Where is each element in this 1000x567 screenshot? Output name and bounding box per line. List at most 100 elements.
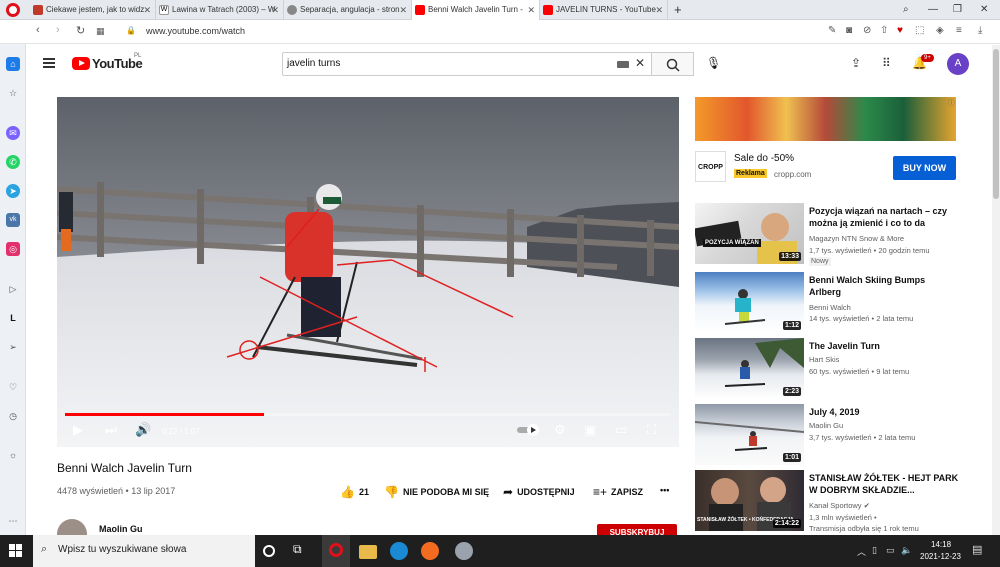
ad-banner-image[interactable] — [695, 97, 956, 141]
browser-tab[interactable]: Separacja, angulacja - stron ✕ — [284, 0, 412, 20]
instagram-icon[interactable]: ◎ — [6, 242, 20, 256]
subscribe-button[interactable]: SUBSKRYBUJ — [597, 524, 677, 535]
edit-icon[interactable]: ✎ — [828, 25, 836, 36]
bookmark-icon[interactable]: ☆ — [6, 86, 20, 100]
messenger-icon[interactable]: ✉ — [6, 126, 20, 140]
url-field[interactable]: www.youtube.com/watch — [146, 26, 245, 36]
play-icon[interactable]: ▶ — [73, 422, 83, 438]
video-player[interactable]: ▶ ⏭ 🔊 0:22 / 1:07 ⚙ ▣ ▭ ⛶ — [57, 97, 679, 447]
search-button[interactable] — [652, 52, 694, 76]
network-icon[interactable]: ▭ — [886, 545, 895, 556]
close-window-button[interactable]: ✕ — [980, 0, 988, 20]
next-icon[interactable]: ⏭ — [105, 422, 117, 438]
cortana-icon[interactable] — [263, 545, 275, 557]
snapshot-icon[interactable]: ⬚ — [915, 25, 924, 36]
taskbar-opera-app[interactable] — [322, 535, 350, 567]
minimize-button[interactable]: — — [928, 0, 938, 20]
camera-icon[interactable]: ◙ — [846, 25, 852, 36]
telegram-icon[interactable]: ➤ — [6, 184, 20, 198]
player-icon[interactable]: ▷ — [6, 282, 20, 296]
browser-tab[interactable]: Ciekawe jestem, jak to widz ✕ — [30, 0, 156, 20]
related-thumbnail[interactable]: 1:12 — [695, 272, 804, 333]
youtube-logo-icon[interactable] — [72, 57, 90, 70]
related-channel[interactable]: Benni Walch — [809, 303, 851, 312]
miniplayer-icon[interactable]: ▣ — [584, 422, 596, 438]
speed-dial-icon[interactable]: ▦ — [96, 26, 105, 37]
notification-center-icon[interactable]: ▤ — [972, 543, 982, 556]
scrollbar-thumb[interactable] — [993, 49, 999, 199]
dislike-button[interactable]: 👎 NIE PODOBA MI SIĘ — [384, 485, 489, 499]
new-tab-button[interactable]: + — [674, 0, 682, 20]
tab-search-icon[interactable]: ⌕ — [903, 0, 909, 20]
related-title[interactable]: July 4, 2019 — [809, 406, 959, 418]
taskbar-search-box[interactable]: ⌕ Wpisz tu wyszukiwane słowa — [33, 535, 255, 567]
related-channel[interactable]: Maolin Gu — [809, 421, 843, 430]
lens-icon[interactable]: L — [6, 311, 20, 325]
channel-avatar[interactable] — [57, 519, 87, 535]
whatsapp-icon[interactable]: ✆ — [6, 155, 20, 169]
history-icon[interactable]: ◷ — [6, 409, 20, 423]
keyboard-icon[interactable] — [617, 61, 629, 68]
clear-search-icon[interactable]: ✕ — [635, 56, 645, 70]
related-thumbnail[interactable]: STANISŁAW ŻÓŁTEK • KOŃFEDERACJA 2:14:22 — [695, 470, 804, 531]
hamburger-menu-icon[interactable] — [43, 58, 55, 68]
tray-chevron-icon[interactable]: ︿ — [857, 545, 866, 558]
buy-now-button[interactable]: BUY NOW — [893, 156, 956, 180]
tab-close-icon[interactable]: ✕ — [527, 0, 535, 20]
heart-icon[interactable]: ♥ — [897, 25, 903, 36]
related-title[interactable]: Benni Walch Skiing Bumps Arlberg — [809, 274, 959, 298]
volume-tray-icon[interactable]: 🔈 — [901, 545, 912, 556]
browser-tab[interactable]: JAVELIN TURNS - YouTube ✕ — [540, 0, 668, 20]
volume-icon[interactable]: 🔊 — [135, 422, 151, 438]
channel-name[interactable]: Maolin Gu — [99, 524, 143, 534]
device-icon[interactable]: ▯ — [872, 545, 877, 556]
clock-date[interactable]: 2021-12-23 — [920, 552, 961, 561]
maximize-button[interactable]: ❐ — [953, 0, 962, 20]
clock-time[interactable]: 14:18 — [931, 540, 951, 549]
related-title[interactable]: Pozycja wiązań na nartach – czy można ją… — [809, 205, 959, 229]
apps-icon[interactable]: ⠿ — [882, 56, 891, 70]
windows-start-icon[interactable] — [9, 544, 23, 558]
ad-info-icon[interactable]: ⓘ — [948, 98, 955, 108]
page-scrollbar[interactable] — [992, 45, 1000, 535]
adblock-icon[interactable]: ⊘ — [863, 25, 871, 36]
upload-icon[interactable]: ⇪ — [851, 56, 861, 70]
save-button[interactable]: ≡+ ZAPISZ — [593, 485, 643, 499]
related-channel[interactable]: Hart Skis — [809, 355, 839, 364]
search-input[interactable]: javelin turns ✕ — [282, 52, 652, 76]
related-thumbnail[interactable]: 1:01 — [695, 404, 804, 465]
microphone-icon[interactable]: 🎙 — [706, 56, 721, 70]
share-icon[interactable]: ⇧ — [880, 25, 888, 36]
tab-close-icon[interactable]: ✕ — [271, 0, 279, 20]
rss-app-icon[interactable] — [421, 542, 439, 560]
related-title[interactable]: STANISŁAW ŻÓŁTEK - HEJT PARK W DOBRYM SK… — [809, 472, 959, 496]
lock-icon[interactable]: 🔒 — [126, 26, 136, 35]
fullscreen-icon[interactable]: ⛶ — [647, 422, 656, 438]
opera-menu-icon[interactable] — [6, 3, 20, 17]
related-thumbnail[interactable]: 2:23 — [695, 338, 804, 399]
vk-icon[interactable]: vk — [6, 213, 20, 227]
tab-close-icon[interactable]: ✕ — [399, 0, 407, 20]
tab-close-icon[interactable]: ✕ — [143, 0, 151, 20]
download-icon[interactable]: ⤓ — [978, 25, 982, 36]
more-icon[interactable]: ⋯ — [6, 514, 20, 528]
related-thumbnail[interactable]: POZYCJA WIĄZAŃ 13:33 — [695, 203, 804, 264]
more-actions-button[interactable]: ••• — [660, 485, 669, 495]
home-icon[interactable]: ⌂ — [6, 57, 20, 71]
tab-close-icon[interactable]: ✕ — [655, 0, 663, 20]
ad-title[interactable]: Sale do -50% — [734, 153, 794, 164]
share-button[interactable]: ➦ UDOSTĘPNIJ — [503, 485, 575, 499]
reload-icon[interactable]: ↻ — [76, 24, 85, 37]
cube-icon[interactable]: ◈ — [936, 25, 944, 36]
file-explorer-icon[interactable] — [359, 545, 377, 559]
settings-gear-icon[interactable]: ⚙ — [554, 422, 566, 438]
browser-tab-active[interactable]: Benni Walch Javelin Turn - ✕ — [412, 0, 540, 20]
tips-icon[interactable]: ☼ — [6, 448, 20, 462]
progress-bar[interactable] — [65, 413, 671, 416]
related-channel[interactable]: Magazyn NTN Snow & More — [809, 234, 904, 243]
send-icon[interactable]: ➢ — [6, 340, 20, 354]
theater-mode-icon[interactable]: ▭ — [615, 422, 627, 438]
menu-icon[interactable]: ≡ — [956, 25, 962, 36]
related-title[interactable]: The Javelin Turn — [809, 340, 959, 352]
back-icon[interactable]: ‹ — [36, 24, 40, 36]
